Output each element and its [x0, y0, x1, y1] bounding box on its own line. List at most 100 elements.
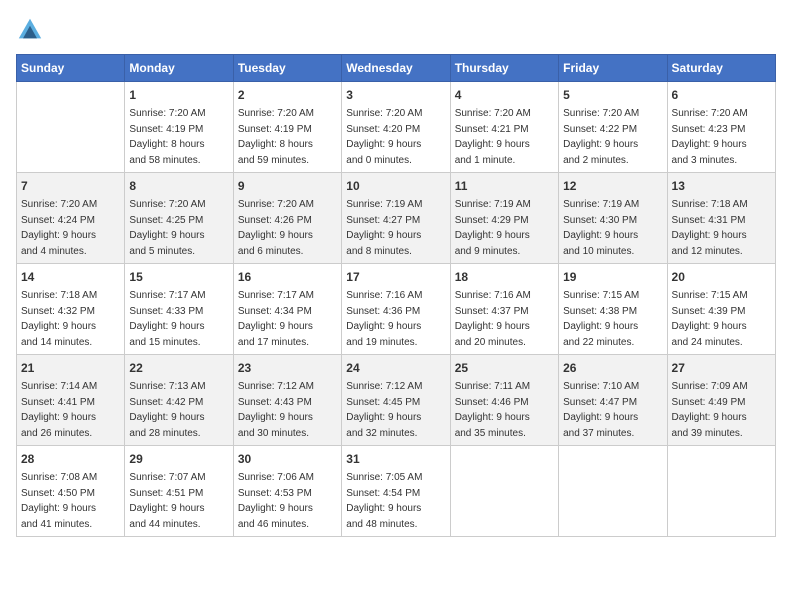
day-info: Sunrise: 7:12 AMSunset: 4:45 PMDaylight:…	[346, 379, 445, 441]
day-number: 20	[672, 268, 771, 286]
day-number: 5	[563, 86, 662, 104]
day-info: Sunrise: 7:20 AMSunset: 4:26 PMDaylight:…	[238, 197, 337, 259]
calendar-cell	[667, 446, 775, 537]
day-info: Sunrise: 7:20 AMSunset: 4:24 PMDaylight:…	[21, 197, 120, 259]
day-number: 21	[21, 359, 120, 377]
calendar-cell: 22 Sunrise: 7:13 AMSunset: 4:42 PMDayligh…	[125, 355, 233, 446]
calendar-cell: 9 Sunrise: 7:20 AMSunset: 4:26 PMDaylight…	[233, 173, 341, 264]
day-info: Sunrise: 7:17 AMSunset: 4:33 PMDaylight:…	[129, 288, 228, 350]
calendar-cell: 18 Sunrise: 7:16 AMSunset: 4:37 PMDayligh…	[450, 264, 558, 355]
day-info: Sunrise: 7:18 AMSunset: 4:32 PMDaylight:…	[21, 288, 120, 350]
weekday-header: Friday	[559, 55, 667, 82]
day-number: 15	[129, 268, 228, 286]
day-number: 3	[346, 86, 445, 104]
day-number: 28	[21, 450, 120, 468]
day-info: Sunrise: 7:19 AMSunset: 4:27 PMDaylight:…	[346, 197, 445, 259]
calendar-cell: 10 Sunrise: 7:19 AMSunset: 4:27 PMDayligh…	[342, 173, 450, 264]
day-number: 10	[346, 177, 445, 195]
calendar-cell: 6 Sunrise: 7:20 AMSunset: 4:23 PMDaylight…	[667, 82, 775, 173]
day-info: Sunrise: 7:05 AMSunset: 4:54 PMDaylight:…	[346, 470, 445, 532]
day-number: 31	[346, 450, 445, 468]
weekday-header: Sunday	[17, 55, 125, 82]
day-info: Sunrise: 7:07 AMSunset: 4:51 PMDaylight:…	[129, 470, 228, 532]
day-number: 27	[672, 359, 771, 377]
day-info: Sunrise: 7:15 AMSunset: 4:38 PMDaylight:…	[563, 288, 662, 350]
calendar-cell: 30 Sunrise: 7:06 AMSunset: 4:53 PMDayligh…	[233, 446, 341, 537]
logo-icon	[16, 16, 44, 44]
day-info: Sunrise: 7:14 AMSunset: 4:41 PMDaylight:…	[21, 379, 120, 441]
day-number: 29	[129, 450, 228, 468]
weekday-header: Wednesday	[342, 55, 450, 82]
day-number: 14	[21, 268, 120, 286]
day-info: Sunrise: 7:20 AMSunset: 4:19 PMDaylight:…	[238, 106, 337, 168]
logo	[16, 16, 48, 44]
day-info: Sunrise: 7:08 AMSunset: 4:50 PMDaylight:…	[21, 470, 120, 532]
day-number: 13	[672, 177, 771, 195]
calendar-cell: 23 Sunrise: 7:12 AMSunset: 4:43 PMDayligh…	[233, 355, 341, 446]
weekday-header: Thursday	[450, 55, 558, 82]
calendar-cell: 3 Sunrise: 7:20 AMSunset: 4:20 PMDaylight…	[342, 82, 450, 173]
day-number: 6	[672, 86, 771, 104]
day-info: Sunrise: 7:13 AMSunset: 4:42 PMDaylight:…	[129, 379, 228, 441]
calendar-cell: 1 Sunrise: 7:20 AMSunset: 4:19 PMDaylight…	[125, 82, 233, 173]
day-number: 30	[238, 450, 337, 468]
day-info: Sunrise: 7:10 AMSunset: 4:47 PMDaylight:…	[563, 379, 662, 441]
day-info: Sunrise: 7:09 AMSunset: 4:49 PMDaylight:…	[672, 379, 771, 441]
weekday-header: Saturday	[667, 55, 775, 82]
day-info: Sunrise: 7:06 AMSunset: 4:53 PMDaylight:…	[238, 470, 337, 532]
day-number: 17	[346, 268, 445, 286]
calendar-cell: 21 Sunrise: 7:14 AMSunset: 4:41 PMDayligh…	[17, 355, 125, 446]
day-number: 11	[455, 177, 554, 195]
day-number: 7	[21, 177, 120, 195]
calendar-cell: 14 Sunrise: 7:18 AMSunset: 4:32 PMDayligh…	[17, 264, 125, 355]
day-number: 12	[563, 177, 662, 195]
weekday-header: Monday	[125, 55, 233, 82]
calendar-cell: 16 Sunrise: 7:17 AMSunset: 4:34 PMDayligh…	[233, 264, 341, 355]
day-number: 23	[238, 359, 337, 377]
day-number: 26	[563, 359, 662, 377]
calendar-cell: 27 Sunrise: 7:09 AMSunset: 4:49 PMDayligh…	[667, 355, 775, 446]
day-info: Sunrise: 7:15 AMSunset: 4:39 PMDaylight:…	[672, 288, 771, 350]
calendar-cell: 26 Sunrise: 7:10 AMSunset: 4:47 PMDayligh…	[559, 355, 667, 446]
calendar-cell	[450, 446, 558, 537]
day-number: 9	[238, 177, 337, 195]
day-info: Sunrise: 7:12 AMSunset: 4:43 PMDaylight:…	[238, 379, 337, 441]
day-number: 19	[563, 268, 662, 286]
calendar-cell: 4 Sunrise: 7:20 AMSunset: 4:21 PMDaylight…	[450, 82, 558, 173]
day-info: Sunrise: 7:20 AMSunset: 4:22 PMDaylight:…	[563, 106, 662, 168]
calendar-body: 1 Sunrise: 7:20 AMSunset: 4:19 PMDaylight…	[17, 82, 776, 537]
day-info: Sunrise: 7:20 AMSunset: 4:23 PMDaylight:…	[672, 106, 771, 168]
calendar-cell: 13Sunrise: 7:18 AMSunset: 4:31 PMDayligh…	[667, 173, 775, 264]
day-info: Sunrise: 7:16 AMSunset: 4:36 PMDaylight:…	[346, 288, 445, 350]
day-info: Sunrise: 7:20 AMSunset: 4:19 PMDaylight:…	[129, 106, 228, 168]
day-info: Sunrise: 7:16 AMSunset: 4:37 PMDaylight:…	[455, 288, 554, 350]
day-info: Sunrise: 7:17 AMSunset: 4:34 PMDaylight:…	[238, 288, 337, 350]
day-number: 8	[129, 177, 228, 195]
day-number: 22	[129, 359, 228, 377]
day-number: 4	[455, 86, 554, 104]
day-number: 24	[346, 359, 445, 377]
day-info: Sunrise: 7:20 AMSunset: 4:20 PMDaylight:…	[346, 106, 445, 168]
day-number: 16	[238, 268, 337, 286]
day-number: 2	[238, 86, 337, 104]
calendar-cell: 17 Sunrise: 7:16 AMSunset: 4:36 PMDayligh…	[342, 264, 450, 355]
day-info: Sunrise: 7:19 AMSunset: 4:29 PMDaylight:…	[455, 197, 554, 259]
weekday-header: Tuesday	[233, 55, 341, 82]
day-number: 18	[455, 268, 554, 286]
calendar-cell: 19 Sunrise: 7:15 AMSunset: 4:38 PMDayligh…	[559, 264, 667, 355]
day-info: Sunrise: 7:19 AMSunset: 4:30 PMDaylight:…	[563, 197, 662, 259]
calendar-cell: 28 Sunrise: 7:08 AMSunset: 4:50 PMDayligh…	[17, 446, 125, 537]
day-number: 1	[129, 86, 228, 104]
calendar-cell: 12 Sunrise: 7:19 AMSunset: 4:30 PMDayligh…	[559, 173, 667, 264]
day-number: 25	[455, 359, 554, 377]
calendar-cell: 5 Sunrise: 7:20 AMSunset: 4:22 PMDaylight…	[559, 82, 667, 173]
calendar-cell: 15 Sunrise: 7:17 AMSunset: 4:33 PMDayligh…	[125, 264, 233, 355]
calendar-cell: 31 Sunrise: 7:05 AMSunset: 4:54 PMDayligh…	[342, 446, 450, 537]
day-info: Sunrise: 7:20 AMSunset: 4:21 PMDaylight:…	[455, 106, 554, 168]
calendar-table: SundayMondayTuesdayWednesdayThursdayFrid…	[16, 54, 776, 537]
calendar-header: SundayMondayTuesdayWednesdayThursdayFrid…	[17, 55, 776, 82]
calendar-cell: 8Sunrise: 7:20 AMSunset: 4:25 PMDaylight…	[125, 173, 233, 264]
calendar-cell: 24 Sunrise: 7:12 AMSunset: 4:45 PMDayligh…	[342, 355, 450, 446]
calendar-cell: 7 Sunrise: 7:20 AMSunset: 4:24 PMDaylight…	[17, 173, 125, 264]
calendar-cell	[559, 446, 667, 537]
